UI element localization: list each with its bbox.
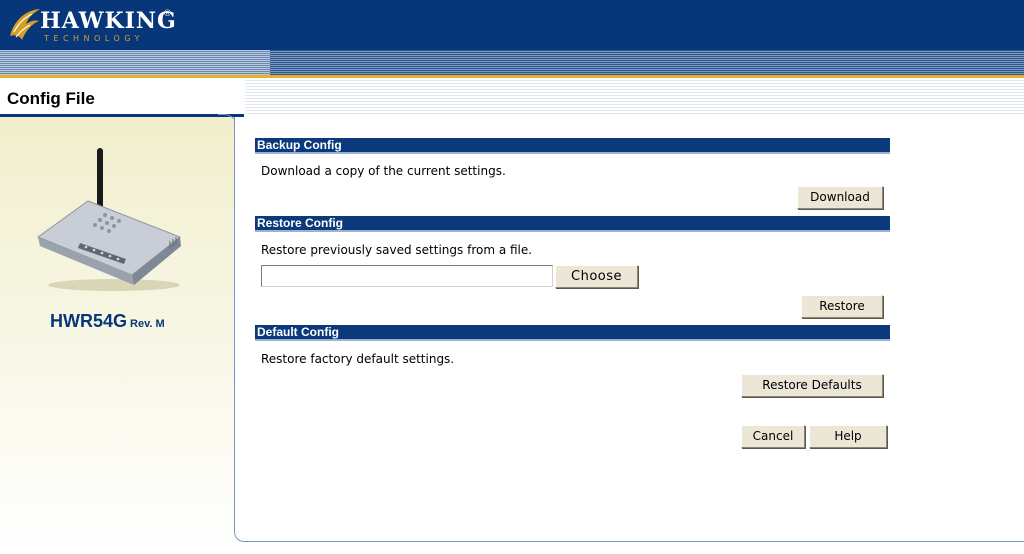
default-config-header: Default Config [255,325,890,341]
page-title: Config File [7,89,95,108]
download-button[interactable]: Download [797,186,883,209]
restore-description: Restore previously saved settings from a… [261,243,533,257]
model-revision: Rev. M [130,318,165,330]
restore-defaults-button[interactable]: Restore Defaults [741,374,883,397]
config-file-input[interactable] [261,265,553,287]
header-stripes-left [0,50,270,75]
model-name: HWR54G [50,311,128,331]
restore-config-header: Restore Config [255,216,890,232]
header-banner: HAWKING ® TECHNOLOGY [0,0,1024,78]
brand-subtitle: TECHNOLOGY [44,34,144,43]
hawking-logo: HAWKING ® TECHNOLOGY [6,4,176,48]
cancel-button[interactable]: Cancel [741,425,805,448]
registered-mark: ® [163,9,172,19]
choose-file-button[interactable]: Choose [555,265,638,288]
help-button[interactable]: Help [809,425,887,448]
backup-config-header: Backup Config [255,138,890,154]
brand-name: HAWKING [40,8,177,34]
restore-button[interactable]: Restore [801,295,883,318]
router-image [36,148,181,291]
defaults-description: Restore factory default settings. [261,352,455,366]
hawk-logo-icon [10,9,40,40]
backup-description: Download a copy of the current settings. [261,164,506,178]
device-model: HWR54G Rev. M [50,311,165,334]
